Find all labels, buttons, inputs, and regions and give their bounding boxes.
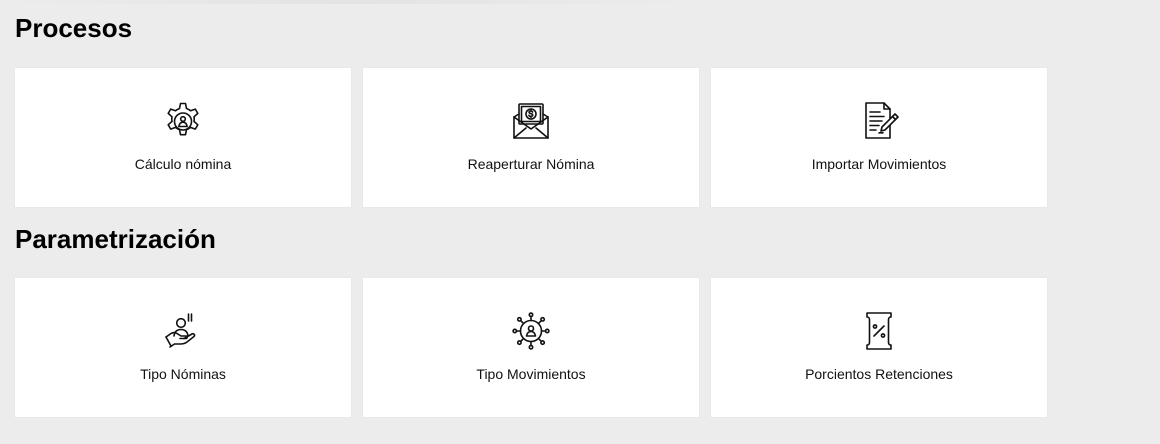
percent-receipt-icon [858,310,900,352]
gear-user-icon [162,100,204,142]
card-importar-movimientos[interactable]: Importar Movimientos [711,68,1047,207]
card-label: Tipo Nóminas [140,366,226,382]
card-label: Reaperturar Nómina [467,156,595,172]
hand-user-icon [162,310,204,352]
card-porcientos-retenciones[interactable]: Porcientos Retenciones [711,278,1047,417]
money-envelope-icon [510,100,552,142]
card-tipo-movimientos[interactable]: Tipo Movimientos [363,278,699,417]
card-reaperturar-nomina[interactable]: Reaperturar Nómina [363,68,699,207]
card-label: Importar Movimientos [811,156,947,172]
card-label: Tipo Movimientos [476,366,586,382]
parametrizacion-card-row: Tipo Nóminas Tipo Movimientos Porcientos… [15,278,1047,417]
card-label: Cálculo nómina [134,156,232,172]
top-shadow [0,0,700,4]
card-label: Porcientos Retenciones [805,366,953,382]
section-title-parametrizacion: Parametrización [15,224,216,254]
section-title-procesos: Procesos [15,13,133,43]
document-pen-icon [858,100,900,142]
card-tipo-nominas[interactable]: Tipo Nóminas [15,278,351,417]
user-network-icon [510,310,552,352]
card-calculo-nomina[interactable]: Cálculo nómina [15,68,351,207]
procesos-card-row: Cálculo nómina Reaperturar Nómina Import… [15,68,1047,207]
